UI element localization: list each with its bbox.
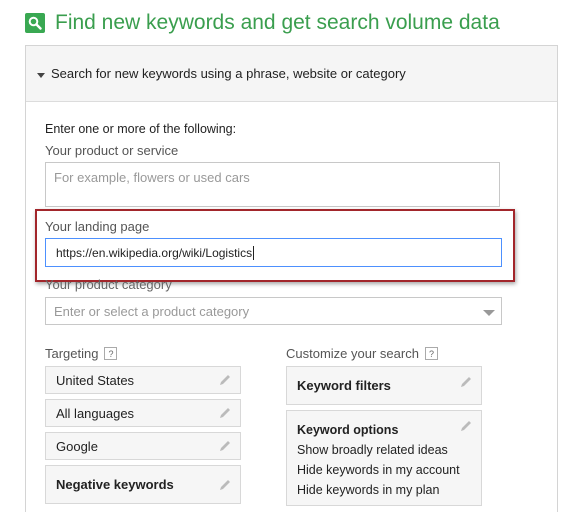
landing-page-input[interactable]: https://en.wikipedia.org/wiki/Logistics	[45, 238, 502, 267]
keyword-options[interactable]: Keyword options Show broadly related ide…	[286, 410, 482, 506]
product-placeholder: For example, flowers or used cars	[54, 170, 250, 185]
pencil-edit-icon[interactable]	[459, 419, 473, 433]
pencil-edit-icon[interactable]	[218, 373, 232, 387]
panel-header-toggle[interactable]: Search for new keywords using a phrase, …	[26, 46, 557, 102]
page-header: Find new keywords and get search volume …	[25, 11, 500, 35]
customize-help-icon[interactable]: ?	[424, 347, 438, 360]
targeting-network[interactable]: Google	[45, 432, 241, 460]
keyword-filters-label: Keyword filters	[297, 378, 391, 393]
option-hide-account: Hide keywords in my account	[297, 463, 460, 477]
pencil-edit-icon[interactable]	[459, 375, 473, 389]
keyword-options-title: Keyword options	[297, 423, 399, 437]
customize-label-text: Customize your search	[286, 346, 419, 361]
pencil-edit-icon[interactable]	[218, 478, 232, 492]
targeting-network-label: Google	[56, 438, 98, 454]
pencil-edit-icon[interactable]	[218, 439, 232, 453]
page-title: Find new keywords and get search volume …	[55, 11, 500, 34]
targeting-help-icon[interactable]: ?	[104, 347, 118, 360]
option-hide-plan: Hide keywords in my plan	[297, 483, 440, 497]
option-broadly-related: Show broadly related ideas	[297, 443, 448, 457]
targeting-label-text: Targeting	[45, 346, 99, 361]
targeting-negative-keywords[interactable]: Negative keywords	[45, 465, 241, 504]
category-placeholder: Enter or select a product category	[54, 303, 250, 319]
targeting-language-label: All languages	[56, 405, 135, 421]
product-label: Your product or service	[45, 143, 179, 158]
negative-keywords-label: Negative keywords	[56, 477, 174, 492]
pencil-edit-icon[interactable]	[218, 406, 232, 420]
panel-section-label[interactable]: Search for new keywords using a phrase, …	[51, 66, 406, 81]
targeting-label: Targeting ?	[45, 346, 118, 361]
dropdown-arrow-icon[interactable]	[483, 310, 495, 316]
keyword-filters[interactable]: Keyword filters	[286, 366, 482, 405]
text-caret	[253, 245, 255, 260]
customize-label: Customize your search ?	[286, 346, 438, 361]
search-icon	[25, 13, 45, 33]
category-select[interactable]: Enter or select a product category	[45, 297, 502, 325]
product-input[interactable]: For example, flowers or used cars	[45, 162, 500, 207]
collapse-triangle-icon[interactable]	[37, 73, 45, 78]
targeting-language[interactable]: All languages	[45, 399, 241, 427]
category-label: Your product category	[45, 277, 172, 292]
targeting-location-label: United States	[56, 372, 135, 388]
landing-page-value: https://en.wikipedia.org/wiki/Logistics	[56, 245, 253, 260]
targeting-location[interactable]: United States	[45, 366, 241, 394]
form-instruction: Enter one or more of the following:	[45, 122, 237, 136]
landing-page-label: Your landing page	[45, 219, 150, 234]
